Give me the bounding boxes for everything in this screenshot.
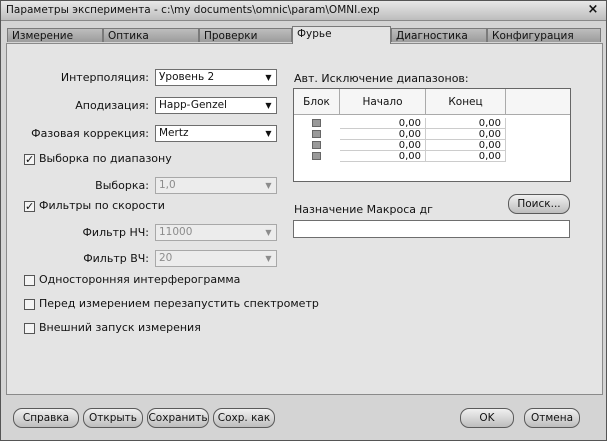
highpass-filter-value: 20	[159, 252, 173, 264]
row-start[interactable]: 0,00	[340, 151, 426, 162]
row-start[interactable]: 0,00	[340, 118, 426, 129]
cancel-button[interactable]: Отмена	[524, 408, 580, 428]
one-sided-checkbox[interactable]	[24, 275, 35, 286]
macro-input[interactable]	[293, 220, 570, 238]
row-handle-icon[interactable]	[312, 130, 321, 138]
dialog-window: Параметры эксперимента - c:\my documents…	[0, 0, 607, 441]
tab-optics[interactable]: Оптика	[103, 28, 199, 42]
chevron-down-icon[interactable]: ▼	[261, 98, 276, 113]
tab-fourier[interactable]: Фурье	[292, 26, 391, 44]
column-header-end: Конец	[426, 89, 506, 115]
exclusion-label: Авт. Исключение диапазонов:	[294, 72, 469, 85]
row-handle-icon[interactable]	[312, 119, 321, 127]
close-icon[interactable]: ×	[586, 3, 600, 17]
table-row[interactable]: 0,00 0,00	[294, 129, 570, 140]
row-start[interactable]: 0,00	[340, 129, 426, 140]
speed-filters-checkbox[interactable]: ✓	[24, 201, 35, 212]
interpolation-value: Уровень 2	[159, 71, 215, 83]
save-button[interactable]: Сохранить	[147, 408, 209, 428]
row-end[interactable]: 0,00	[426, 129, 506, 140]
chevron-down-icon[interactable]: ▼	[261, 178, 276, 193]
chevron-down-icon[interactable]: ▼	[261, 126, 276, 141]
chevron-down-icon[interactable]: ▼	[261, 225, 276, 240]
column-header-start: Начало	[340, 89, 426, 115]
restart-label: Перед измерением перезапустить спектроме…	[39, 297, 319, 310]
lowpass-filter-select[interactable]: 11000 ▼	[155, 224, 277, 241]
phase-correction-value: Mertz	[159, 127, 189, 139]
apodization-select[interactable]: Happ-Genzel ▼	[155, 97, 277, 114]
range-sampling-checkbox[interactable]: ✓	[24, 154, 35, 165]
phase-correction-select[interactable]: Mertz ▼	[155, 125, 277, 142]
interpolation-select[interactable]: Уровень 2 ▼	[155, 69, 277, 86]
title-bar[interactable]: Параметры эксперимента - c:\my documents…	[1, 1, 606, 21]
external-trigger-label: Внешний запуск измерения	[39, 321, 201, 334]
help-button[interactable]: Справка	[13, 408, 79, 428]
phase-correction-label: Фазовая коррекция:	[31, 127, 149, 140]
one-sided-label: Односторонняя интерферограмма	[39, 273, 241, 286]
macro-label: Назначение Макроса дг	[294, 203, 433, 216]
exclusion-table[interactable]: Блок Начало Конец 0,00 0,00 0,00 0,00 0,…	[293, 88, 571, 182]
restart-checkbox[interactable]	[24, 299, 35, 310]
lowpass-filter-value: 11000	[159, 226, 193, 238]
window-title: Параметры эксперимента - c:\my documents…	[6, 4, 380, 16]
save-as-button[interactable]: Сохр. как	[213, 408, 275, 428]
open-button[interactable]: Открыть	[83, 408, 143, 428]
sampling-select[interactable]: 1,0 ▼	[155, 177, 277, 194]
table-row[interactable]: 0,00 0,00	[294, 151, 570, 162]
table-row[interactable]: 0,00 0,00	[294, 118, 570, 129]
row-end[interactable]: 0,00	[426, 118, 506, 129]
tab-diagnostics[interactable]: Диагностика	[391, 28, 487, 42]
ok-button[interactable]: OK	[460, 408, 514, 428]
row-handle-icon[interactable]	[312, 141, 321, 149]
sampling-label: Выборка:	[95, 179, 149, 192]
chevron-down-icon[interactable]: ▼	[261, 70, 276, 85]
tab-measurement[interactable]: Измерение	[7, 28, 103, 42]
external-trigger-checkbox[interactable]	[24, 323, 35, 334]
apodization-label: Аподизация:	[75, 99, 149, 112]
row-handle-icon[interactable]	[312, 152, 321, 160]
lowpass-filter-label: Фильтр НЧ:	[82, 226, 149, 239]
row-start[interactable]: 0,00	[340, 140, 426, 151]
range-sampling-label: Выборка по диапазону	[39, 152, 172, 165]
tab-configuration[interactable]: Конфигурация	[487, 28, 601, 42]
tab-checks[interactable]: Проверки	[199, 28, 292, 42]
apodization-value: Happ-Genzel	[159, 99, 227, 111]
column-header-blank	[506, 89, 570, 115]
row-end[interactable]: 0,00	[426, 151, 506, 162]
table-row[interactable]: 0,00 0,00	[294, 140, 570, 151]
highpass-filter-select[interactable]: 20 ▼	[155, 250, 277, 267]
sampling-value: 1,0	[159, 179, 176, 191]
highpass-filter-label: Фильтр ВЧ:	[83, 252, 149, 265]
interpolation-label: Интерполяция:	[60, 71, 149, 84]
speed-filters-label: Фильтры по скорости	[39, 199, 165, 212]
chevron-down-icon[interactable]: ▼	[261, 251, 276, 266]
column-header-block: Блок	[294, 89, 340, 115]
row-end[interactable]: 0,00	[426, 140, 506, 151]
search-button[interactable]: Поиск...	[508, 194, 570, 214]
